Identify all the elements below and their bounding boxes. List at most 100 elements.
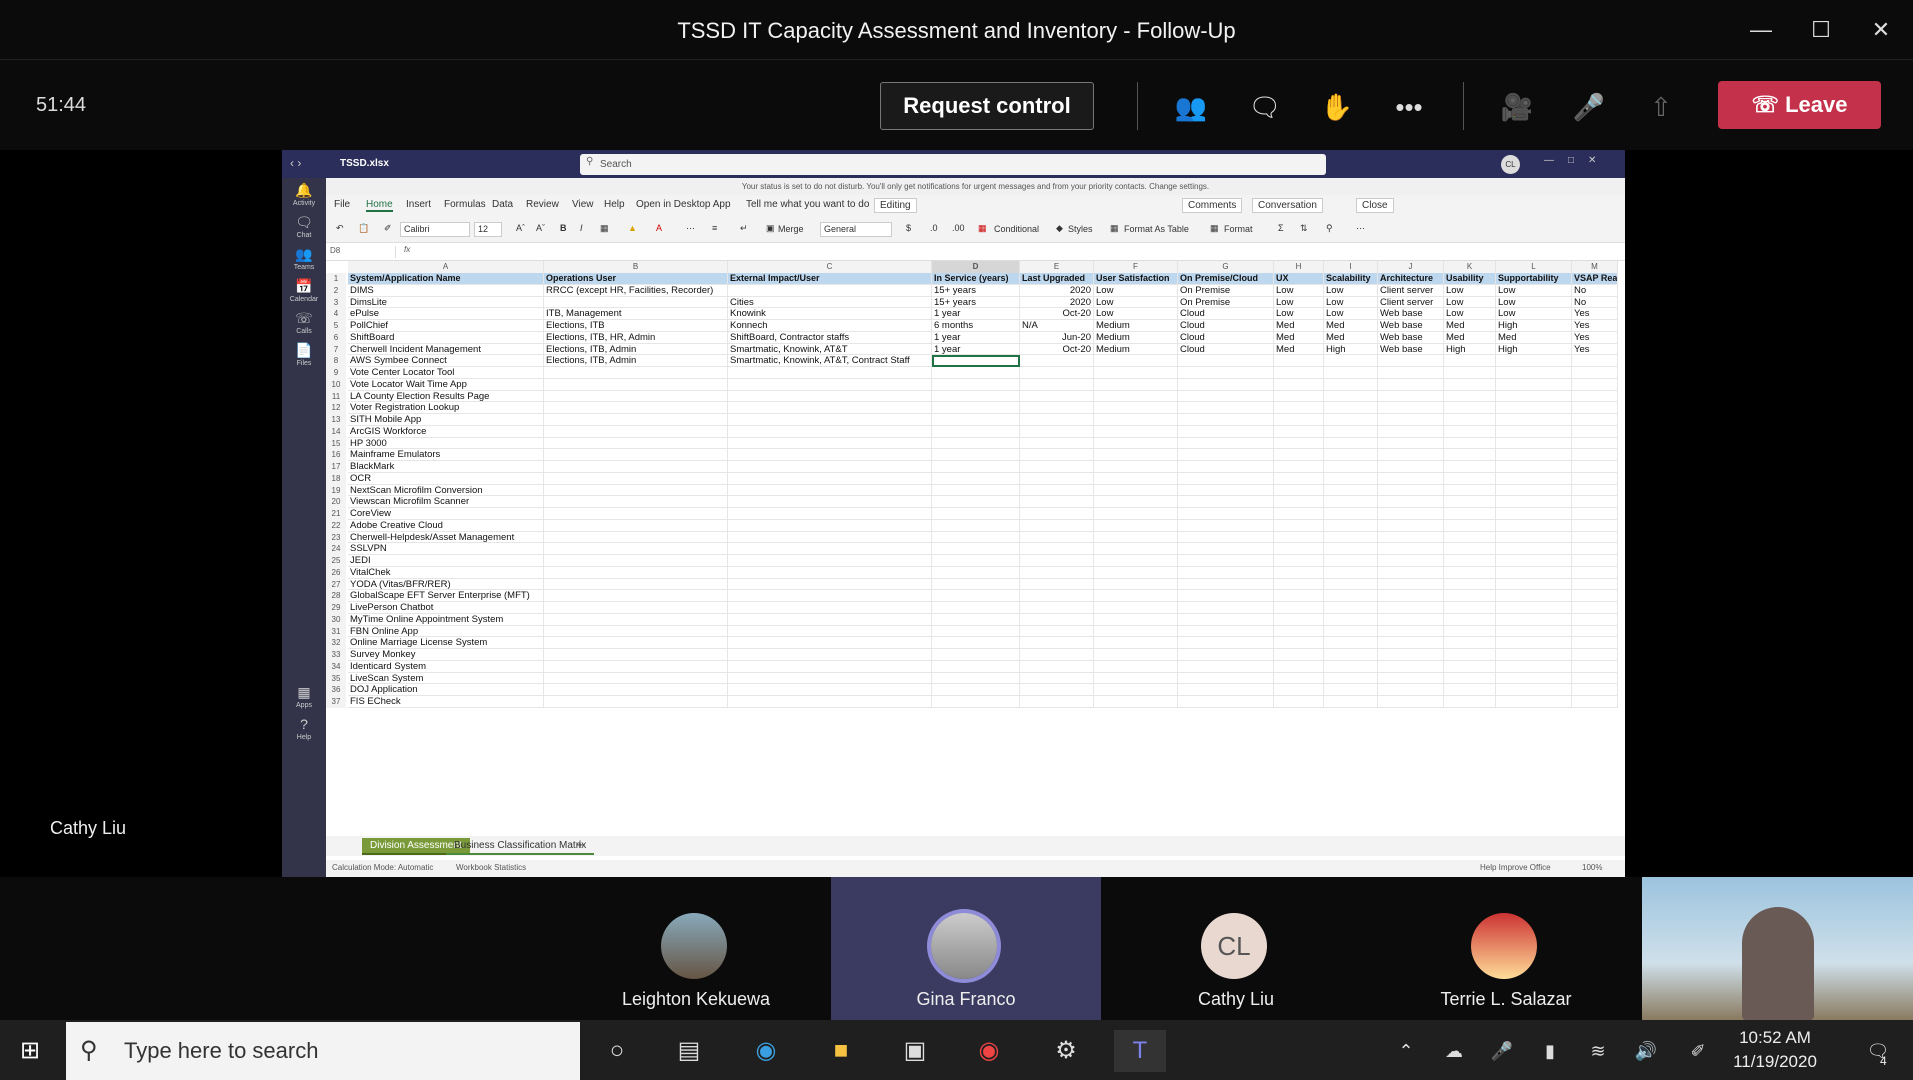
table-cell[interactable]	[1572, 625, 1618, 638]
table-cell[interactable]	[932, 590, 1020, 602]
table-cell[interactable]	[1444, 602, 1496, 614]
table-cell[interactable]: Low	[1496, 296, 1572, 309]
name-box[interactable]: D8	[330, 246, 396, 258]
table-cell[interactable]	[728, 649, 932, 661]
table-cell[interactable]	[728, 543, 932, 555]
table-cell[interactable]	[1178, 590, 1274, 602]
table-icon[interactable]: ▦	[1110, 223, 1119, 234]
table-cell[interactable]	[1444, 625, 1496, 638]
table-cell[interactable]	[1020, 613, 1094, 626]
table-cell[interactable]	[932, 555, 1020, 567]
table-cell[interactable]	[544, 590, 728, 602]
table-cell[interactable]	[1178, 637, 1274, 649]
conversation-button[interactable]: Conversation	[1252, 198, 1323, 213]
table-cell[interactable]	[1324, 672, 1378, 685]
table-cell[interactable]: Web base	[1378, 320, 1444, 332]
table-cell[interactable]	[544, 367, 728, 379]
table-cell[interactable]	[1572, 355, 1618, 367]
table-cell[interactable]	[1572, 437, 1618, 450]
table-cell[interactable]	[1378, 449, 1444, 461]
table-cell[interactable]	[1378, 649, 1444, 661]
table-cell[interactable]	[1324, 625, 1378, 638]
table-cell[interactable]	[544, 461, 728, 473]
table-cell[interactable]	[1496, 437, 1572, 450]
table-cell[interactable]	[1444, 660, 1496, 673]
table-cell[interactable]: LivePerson Chatbot	[348, 602, 544, 614]
table-cell[interactable]: High	[1496, 320, 1572, 332]
table-cell[interactable]	[1094, 484, 1178, 497]
table-cell[interactable]	[1324, 437, 1378, 450]
table-cell[interactable]	[1378, 696, 1444, 708]
table-cell[interactable]	[932, 637, 1020, 649]
table-cell[interactable]	[1274, 613, 1324, 626]
table-cell[interactable]: Web base	[1378, 308, 1444, 320]
table-cell[interactable]	[1324, 461, 1378, 473]
table-cell[interactable]	[1020, 660, 1094, 673]
table-cell[interactable]	[1020, 519, 1094, 532]
table-cell[interactable]: Identicard System	[348, 660, 544, 673]
table-cell[interactable]	[1444, 590, 1496, 602]
table-cell[interactable]	[1324, 613, 1378, 626]
rail-item-calendar[interactable]: 📅 Calendar	[282, 276, 326, 312]
table-cell[interactable]	[1572, 613, 1618, 626]
table-cell[interactable]	[1572, 367, 1618, 379]
table-cell[interactable]	[544, 472, 728, 485]
table-cell[interactable]	[1020, 672, 1094, 685]
ribbon-tab[interactable]: Open in Desktop App	[636, 199, 731, 210]
column-header[interactable]: D	[932, 261, 1020, 273]
table-cell[interactable]	[1274, 390, 1324, 403]
table-cell[interactable]: Oct-20	[1020, 308, 1094, 320]
table-cell[interactable]	[932, 578, 1020, 591]
table-cell[interactable]: 15+ years	[932, 284, 1020, 297]
table-cell[interactable]: ArcGIS Workforce	[348, 425, 544, 438]
microphone-icon[interactable]: 🎤	[1568, 86, 1610, 128]
table-cell[interactable]: Konnech	[728, 320, 932, 332]
table-cell[interactable]	[1178, 555, 1274, 567]
table-cell[interactable]	[1496, 649, 1572, 661]
table-cell[interactable]: Low	[1444, 308, 1496, 320]
table-cell[interactable]	[544, 625, 728, 638]
table-cell[interactable]: Low	[1444, 284, 1496, 297]
table-cell[interactable]	[1094, 590, 1178, 602]
table-cell[interactable]	[932, 461, 1020, 473]
row-number[interactable]: 25	[326, 555, 346, 567]
table-cell[interactable]	[544, 296, 728, 309]
table-cell[interactable]: Medium	[1094, 320, 1178, 332]
table-cell[interactable]	[932, 613, 1020, 626]
format-painter-icon[interactable]: ✐	[384, 223, 392, 234]
table-cell[interactable]	[1324, 555, 1378, 567]
table-cell[interactable]: GlobalScape EFT Server Enterprise (MFT)	[348, 590, 544, 602]
table-cell[interactable]	[1020, 437, 1094, 450]
row-number[interactable]: 1	[326, 273, 346, 285]
table-cell[interactable]	[1324, 425, 1378, 438]
merge-label[interactable]: Merge	[778, 224, 804, 234]
table-cell[interactable]	[1020, 649, 1094, 661]
participant-tile[interactable]: Gina Franco	[831, 877, 1101, 1020]
table-cell[interactable]	[1274, 555, 1324, 567]
table-cell[interactable]	[1324, 367, 1378, 379]
table-cell[interactable]	[1378, 378, 1444, 391]
number-format-select[interactable]: General	[820, 222, 892, 237]
table-cell[interactable]	[1572, 696, 1618, 708]
table-cell[interactable]	[1094, 696, 1178, 708]
table-cell[interactable]	[1324, 543, 1378, 555]
table-cell[interactable]	[1444, 696, 1496, 708]
table-cell[interactable]	[1444, 355, 1496, 367]
table-cell[interactable]: SSLVPN	[348, 543, 544, 555]
table-cell[interactable]	[728, 390, 932, 403]
table-cell[interactable]	[1274, 496, 1324, 508]
table-cell[interactable]: Yes	[1572, 343, 1618, 356]
table-cell[interactable]	[1378, 637, 1444, 649]
table-cell[interactable]	[1378, 508, 1444, 520]
store-icon[interactable]: ▣	[889, 1030, 941, 1072]
more-ribbon-icon[interactable]: ⋯	[1356, 223, 1365, 234]
conditional-label[interactable]: Conditional	[994, 224, 1039, 234]
table-cell[interactable]	[1378, 566, 1444, 579]
currency-icon[interactable]: $	[906, 223, 911, 233]
column-header[interactable]: A	[348, 261, 544, 273]
header-cell[interactable]: Last Upgraded	[1020, 273, 1094, 285]
table-cell[interactable]	[1378, 660, 1444, 673]
table-cell[interactable]	[1020, 602, 1094, 614]
table-cell[interactable]	[1378, 625, 1444, 638]
table-cell[interactable]	[1378, 531, 1444, 544]
